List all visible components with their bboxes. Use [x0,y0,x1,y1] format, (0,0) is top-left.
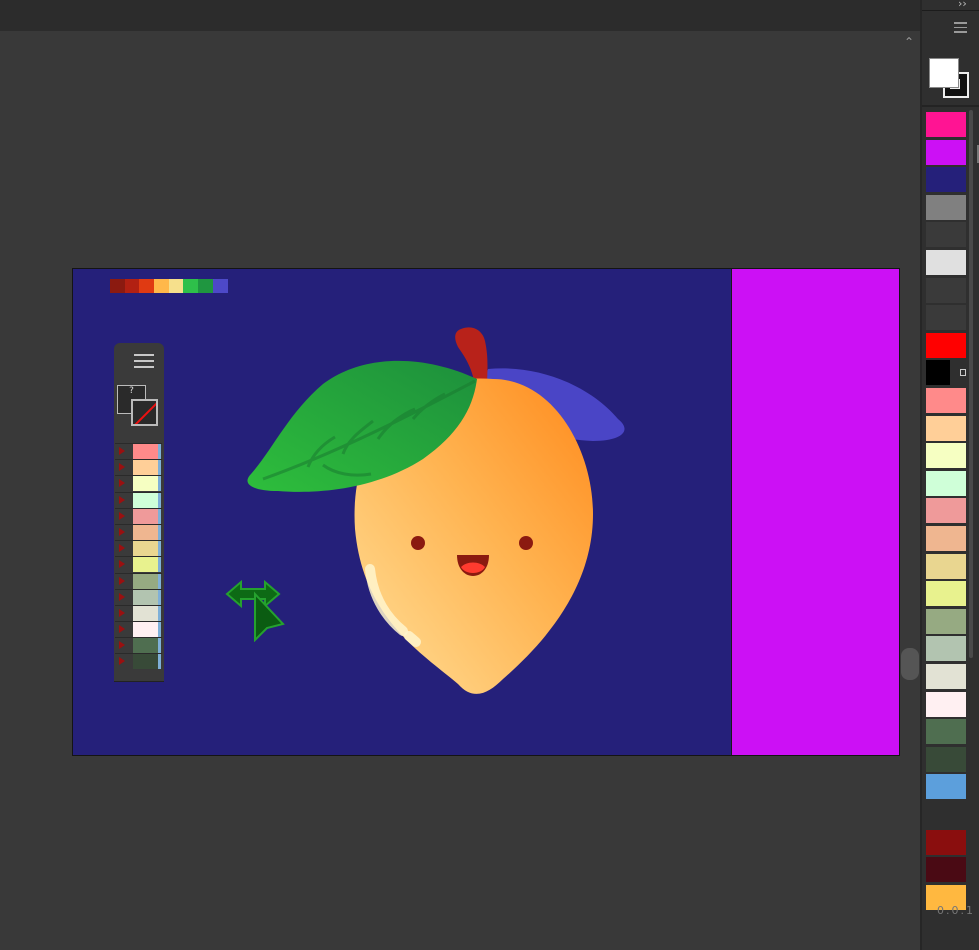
color-swatch[interactable] [926,305,966,331]
color-swatch[interactable] [926,139,966,165]
collapse-panel-icon[interactable]: ›› [958,0,967,10]
panel-scrollbar[interactable] [969,110,973,658]
scroll-up-icon[interactable]: ⌃ [904,35,914,49]
color-swatch[interactable] [926,691,966,717]
fill-color-swatch[interactable] [929,58,959,88]
move-cursor-icon [225,579,285,642]
color-swatch[interactable] [926,222,966,248]
color-swatch[interactable] [926,857,966,883]
color-swatch[interactable] [926,112,966,137]
color-swatch[interactable] [926,526,966,551]
swatch-marker-icon [960,369,966,376]
mango-highlight-dot [404,631,421,647]
color-swatch[interactable] [926,774,966,800]
top-toolbar [0,0,920,31]
color-swatch[interactable] [926,277,966,303]
document-canvas[interactable]: ? [72,268,900,756]
panel-divider [922,105,979,107]
color-swatch[interactable] [926,608,966,634]
color-swatch[interactable] [926,719,966,745]
color-swatch[interactable] [926,498,966,524]
panel-menu-icon[interactable] [954,22,967,33]
color-swatch[interactable] [926,664,966,689]
color-swatch[interactable] [926,802,966,827]
color-swatch[interactable] [926,415,966,441]
color-swatch[interactable] [926,636,966,662]
color-swatch[interactable] [926,250,966,275]
mango-left-eye [411,536,425,550]
color-swatch[interactable] [926,746,966,772]
version-label: 0.0.1 [937,904,975,917]
artboard-magenta-area [731,269,899,755]
color-swatch[interactable] [926,829,966,855]
color-swatch[interactable] [926,581,966,607]
color-swatch[interactable] [926,388,966,413]
color-swatch[interactable] [926,443,966,469]
mango-right-eye [519,536,533,550]
panel-separator [922,10,979,11]
swatches-panel: ›› 0.0.1 [920,0,979,950]
color-swatch[interactable] [926,167,966,193]
vertical-scrollbar-thumb[interactable] [901,648,919,680]
color-swatch[interactable] [926,194,966,220]
color-swatch[interactable] [926,470,966,496]
color-swatch[interactable] [926,332,966,358]
color-swatch[interactable] [926,553,966,579]
color-swatch[interactable] [926,360,950,386]
